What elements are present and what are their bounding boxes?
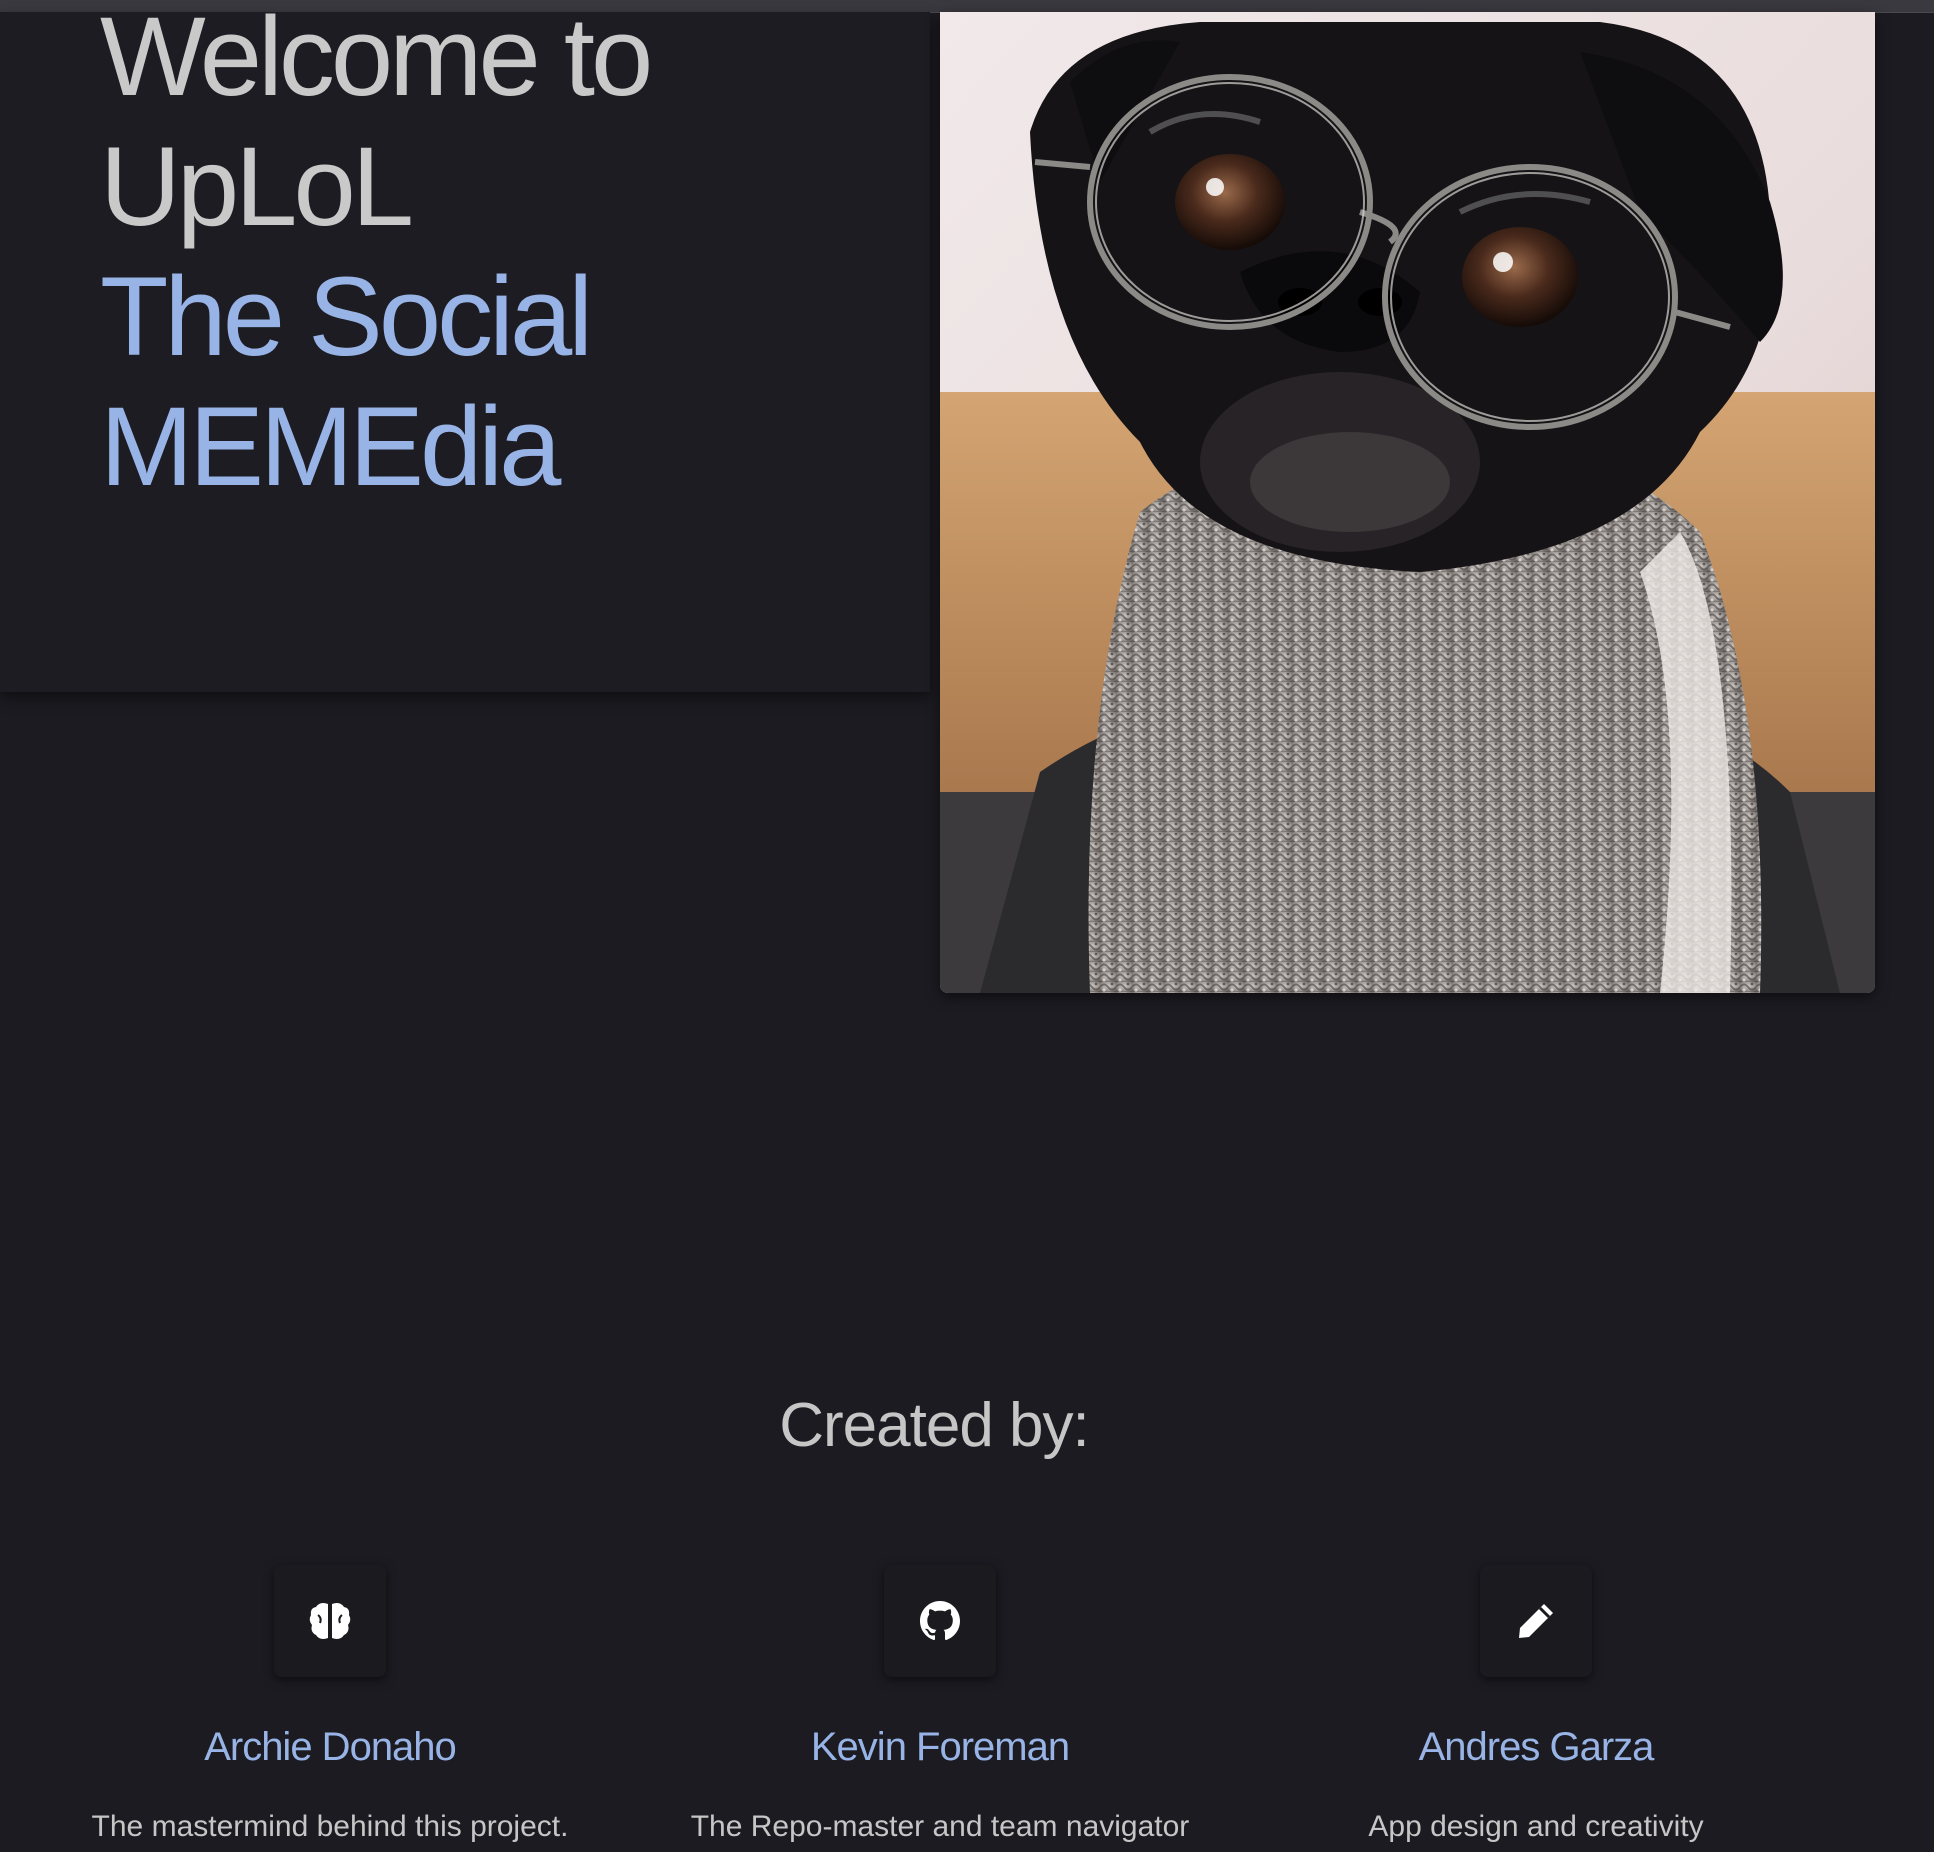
member-role: The mastermind behind this project.: [91, 1810, 569, 1843]
hero-tagline-line-1: The Social: [100, 254, 593, 379]
team-member-card-archie: Archie Donaho The mastermind behind this…: [0, 1565, 660, 1844]
team-member-card-andres: Andres Garza App design and creativity: [1206, 1565, 1866, 1844]
hero-pug-image: [940, 12, 1875, 993]
team-member-card-kevin: Kevin Foreman The Repo-master and team n…: [610, 1565, 1270, 1844]
member-name: Andres Garza: [1418, 1725, 1655, 1769]
hero-card: Welcome to UpLoL The Social MEMEdia: [0, 0, 930, 692]
member-name: Archie Donaho: [204, 1725, 457, 1769]
github-icon: [884, 1565, 996, 1677]
pencil-icon: [1480, 1565, 1592, 1677]
member-name: Kevin Foreman: [810, 1725, 1070, 1769]
hero-title-line-welcome: Welcome to: [100, 0, 653, 119]
brain-icon: [274, 1565, 386, 1677]
member-role: App design and creativity: [1368, 1810, 1704, 1843]
hero-title: Welcome to UpLoL The Social MEMEdia: [100, 0, 900, 512]
hero-title-line-app-name: UpLoL: [100, 124, 414, 249]
member-role: The Repo-master and team navigator: [690, 1810, 1190, 1843]
created-by-heading: Created by:: [779, 1391, 1090, 1460]
hero-tagline-line-2: MEMEdia: [100, 384, 561, 509]
